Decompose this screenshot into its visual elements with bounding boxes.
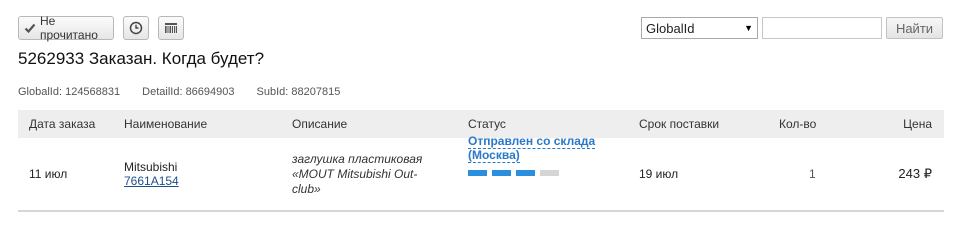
header-term: Срок поставки [639,117,720,131]
order-table: Дата заказа Наименование Описание Статус… [18,110,944,212]
search-input[interactable] [762,17,882,39]
header-description: Описание [292,117,348,131]
search-field-select[interactable]: GlobalId ▼ [641,17,758,39]
progress-segment [492,170,511,176]
page-title: 5262933 Заказан. Когда будет? [18,49,265,68]
detail-id: DetailId: 86694903 [142,86,235,98]
progress-segment [468,170,487,176]
delivery-term: 19 июл [639,167,679,181]
order-date: 11 июл [29,167,68,181]
mark-unread-button[interactable]: Не прочитано [18,14,114,42]
status-cell: Отправлен со склада (Москва) [468,134,608,176]
progress-segment [540,170,559,176]
mark-unread-label: Не прочитано [40,14,98,42]
barcode-button[interactable] [158,16,184,40]
item-description: заглушка пластиковая «MOUT Mitsubishi Ou… [292,151,423,196]
part-number-link[interactable]: 7661A154 [124,174,179,188]
toolbar: Не прочитано [18,14,184,42]
header-name: Наименование [124,117,208,131]
progress-segment [516,170,535,176]
header-status: Статус [468,117,506,131]
find-button[interactable]: Найти [886,17,943,39]
order-ids: GlobalId: 124568831 DetailId: 86694903 S… [18,86,340,98]
header-date: Дата заказа [29,117,96,131]
search-field-value: GlobalId [646,20,695,36]
item-name: Mitsubishi 7661A154 [124,160,179,188]
status-progress [468,170,608,176]
status-link[interactable]: Отправлен со склада (Москва) [468,134,596,163]
global-id: GlobalId: 124568831 [18,86,121,98]
sub-id: SubId: 88207815 [256,86,341,98]
header-qty: Кол-во [779,117,817,131]
header-price: Цена [903,117,932,131]
barcode-icon [164,22,178,34]
price: 243 ₽ [898,166,932,181]
clock-icon [129,21,143,35]
item-brand: Mitsubishi [124,160,178,174]
search-bar: GlobalId ▼ Найти [641,17,943,39]
checkmark-icon [24,22,36,34]
quantity: 1 [809,167,816,181]
table-row: 11 июл Mitsubishi 7661A154 заглушка плас… [18,134,944,212]
history-button[interactable] [123,16,149,40]
chevron-down-icon: ▼ [744,23,753,33]
